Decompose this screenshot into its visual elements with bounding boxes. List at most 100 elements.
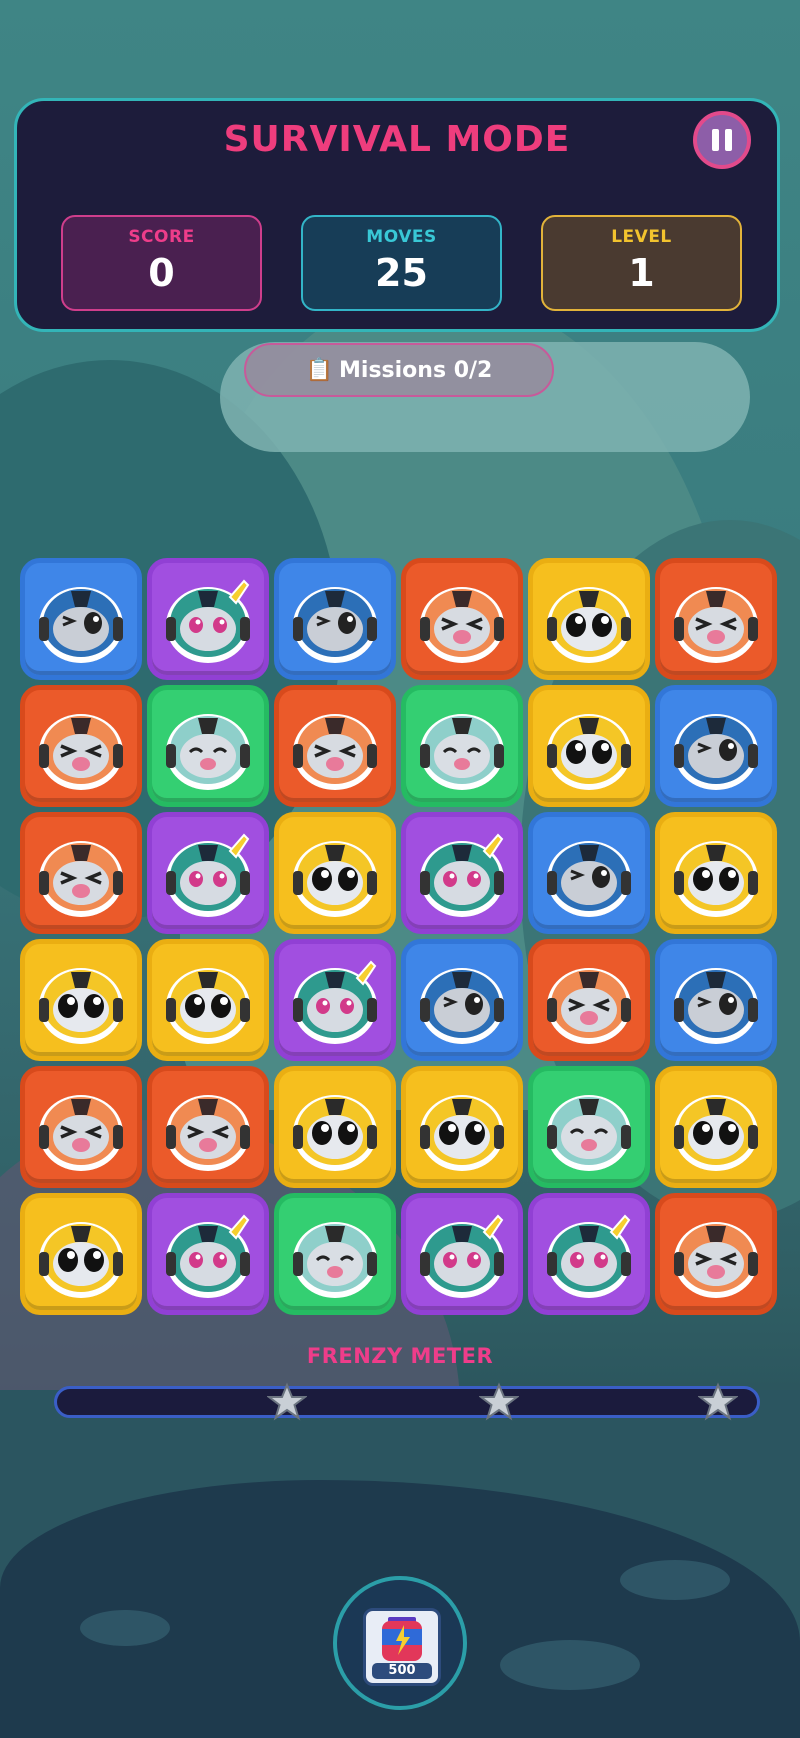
- green-robot-icon: [420, 714, 504, 790]
- orange-robot-icon: [39, 841, 123, 917]
- pause-button[interactable]: [693, 111, 751, 169]
- pause-icon: [709, 129, 735, 151]
- tile-yellow[interactable]: [274, 812, 396, 934]
- header-panel: SURVIVAL MODE SCORE 0 MOVES 25 LEVEL 1: [14, 98, 780, 332]
- orange-robot-icon: [39, 1095, 123, 1171]
- tile-yellow[interactable]: [401, 1066, 523, 1188]
- tile-orange[interactable]: [655, 1193, 777, 1315]
- level-box: LEVEL 1: [541, 215, 742, 311]
- tile-green[interactable]: [528, 1066, 650, 1188]
- orange-robot-icon: [674, 587, 758, 663]
- tile-blue[interactable]: [655, 685, 777, 807]
- purple-robot-icon: [166, 579, 250, 663]
- tile-green[interactable]: [147, 685, 269, 807]
- tile-purple[interactable]: [147, 558, 269, 680]
- tile-purple[interactable]: [147, 1193, 269, 1315]
- green-robot-icon: [166, 714, 250, 790]
- score-label: SCORE: [128, 227, 195, 247]
- tile-green[interactable]: [274, 1193, 396, 1315]
- tile-orange[interactable]: [20, 685, 142, 807]
- yellow-robot-icon: [674, 841, 758, 917]
- tile-blue[interactable]: [274, 558, 396, 680]
- moves-value: 25: [375, 251, 428, 295]
- orange-robot-icon: [166, 1095, 250, 1171]
- tile-orange[interactable]: [528, 939, 650, 1061]
- yellow-robot-icon: [547, 714, 631, 790]
- moves-box: MOVES 25: [301, 215, 502, 311]
- booster-price: 500: [372, 1663, 432, 1679]
- blue-robot-icon: [39, 587, 123, 663]
- yellow-robot-icon: [674, 1095, 758, 1171]
- moves-label: MOVES: [366, 227, 437, 247]
- tile-orange[interactable]: [655, 558, 777, 680]
- orange-robot-icon: [674, 1222, 758, 1298]
- tile-blue[interactable]: [20, 558, 142, 680]
- tile-yellow[interactable]: [20, 939, 142, 1061]
- purple-robot-icon: [166, 833, 250, 917]
- blue-robot-icon: [293, 587, 377, 663]
- tile-orange[interactable]: [20, 1066, 142, 1188]
- yellow-robot-icon: [39, 1222, 123, 1298]
- purple-robot-icon: [420, 1214, 504, 1298]
- blue-robot-icon: [420, 968, 504, 1044]
- yellow-robot-icon: [39, 968, 123, 1044]
- tile-yellow[interactable]: [528, 685, 650, 807]
- tile-orange[interactable]: [274, 685, 396, 807]
- frenzy-star-icon: [266, 1382, 307, 1421]
- tile-blue[interactable]: [655, 939, 777, 1061]
- tile-purple[interactable]: [401, 812, 523, 934]
- tile-purple[interactable]: [528, 1193, 650, 1315]
- background-pebble: [500, 1640, 640, 1690]
- tile-orange[interactable]: [147, 1066, 269, 1188]
- orange-robot-icon: [420, 587, 504, 663]
- frenzy-star-icon: [478, 1382, 519, 1421]
- tile-blue[interactable]: [401, 939, 523, 1061]
- orange-robot-icon: [293, 714, 377, 790]
- blue-robot-icon: [547, 841, 631, 917]
- purple-robot-icon: [547, 1214, 631, 1298]
- tile-orange[interactable]: [401, 558, 523, 680]
- battery-booster-icon: [382, 1617, 422, 1661]
- tile-yellow[interactable]: [655, 1066, 777, 1188]
- purple-robot-icon: [293, 960, 377, 1044]
- level-label: LEVEL: [611, 227, 672, 247]
- game-board: [20, 558, 780, 1318]
- frenzy-star-icon: [697, 1382, 738, 1421]
- level-value: 1: [628, 251, 655, 295]
- tile-green[interactable]: [401, 685, 523, 807]
- score-value: 0: [148, 251, 175, 295]
- tile-purple[interactable]: [147, 812, 269, 934]
- yellow-robot-icon: [420, 1095, 504, 1171]
- orange-robot-icon: [39, 714, 123, 790]
- tile-yellow[interactable]: [528, 558, 650, 680]
- mode-title: SURVIVAL MODE: [223, 119, 571, 160]
- tile-purple[interactable]: [274, 939, 396, 1061]
- yellow-robot-icon: [293, 841, 377, 917]
- tile-purple[interactable]: [401, 1193, 523, 1315]
- purple-robot-icon: [166, 1214, 250, 1298]
- background-pebble: [80, 1610, 170, 1646]
- battery-booster-card: 500: [363, 1608, 441, 1686]
- green-robot-icon: [547, 1095, 631, 1171]
- purple-robot-icon: [420, 833, 504, 917]
- tile-yellow[interactable]: [20, 1193, 142, 1315]
- tile-orange[interactable]: [20, 812, 142, 934]
- tile-yellow[interactable]: [274, 1066, 396, 1188]
- yellow-robot-icon: [293, 1095, 377, 1171]
- blue-robot-icon: [674, 968, 758, 1044]
- frenzy-meter-label: FRENZY METER: [306, 1344, 494, 1368]
- clipboard-icon: 📋: [305, 357, 334, 383]
- tile-yellow[interactable]: [147, 939, 269, 1061]
- score-box: SCORE 0: [61, 215, 262, 311]
- booster-button[interactable]: 500: [333, 1576, 467, 1710]
- background-pebble: [620, 1560, 730, 1600]
- missions-button[interactable]: 📋 Missions 0/2: [244, 343, 554, 397]
- frenzy-meter-bar: [54, 1386, 760, 1418]
- green-robot-icon: [293, 1222, 377, 1298]
- orange-robot-icon: [547, 968, 631, 1044]
- yellow-robot-icon: [547, 587, 631, 663]
- yellow-robot-icon: [166, 968, 250, 1044]
- missions-label: Missions 0/2: [339, 357, 493, 383]
- tile-blue[interactable]: [528, 812, 650, 934]
- tile-yellow[interactable]: [655, 812, 777, 934]
